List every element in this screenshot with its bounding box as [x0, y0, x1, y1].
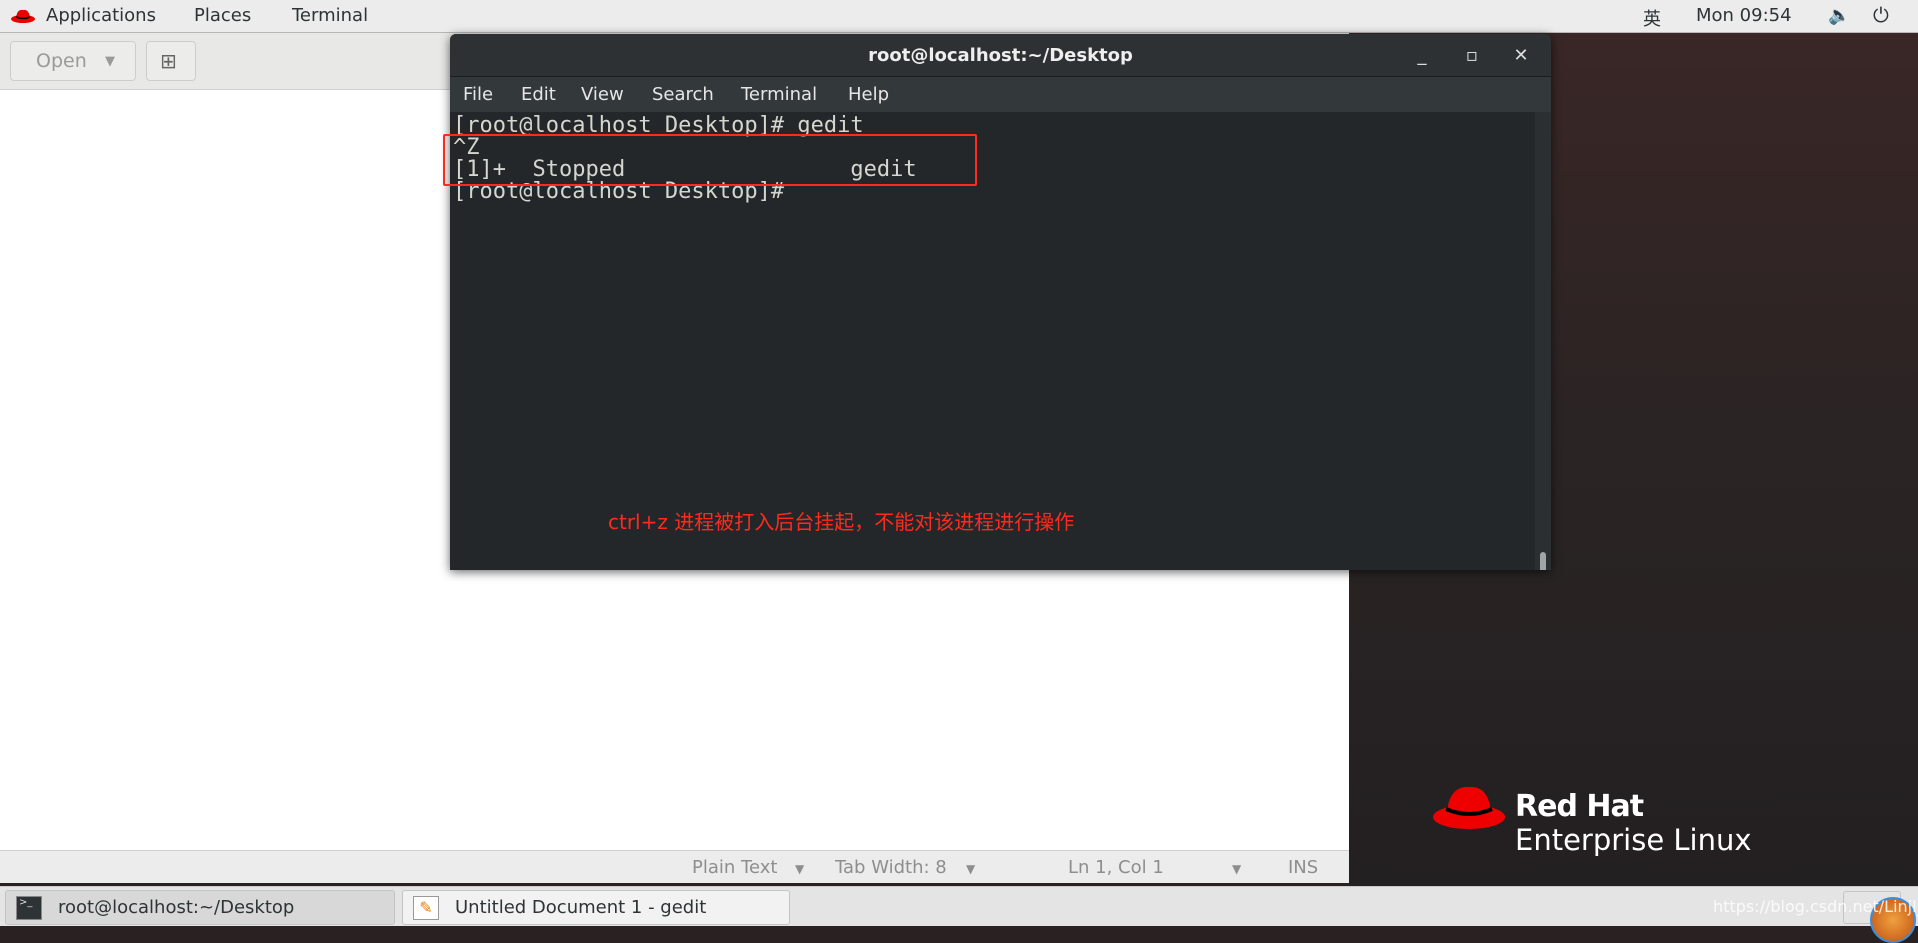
annotation-text: ctrl+z 进程被打入后台挂起，不能对该进程进行操作 [608, 510, 1075, 534]
cursor-position[interactable]: Ln 1, Col 1 [1068, 857, 1164, 878]
menu-file[interactable]: File [463, 84, 493, 105]
power-icon[interactable]: ⏻ [1873, 3, 1889, 27]
insert-mode: INS [1288, 857, 1319, 878]
chevron-down-icon: ▼ [105, 54, 115, 69]
terminal-window: root@localhost:~/Desktop _ ▫ ✕ File Edit… [450, 34, 1551, 570]
menu-view[interactable]: View [581, 84, 624, 105]
open-label: Open [36, 50, 87, 72]
terminal-title: root@localhost:~/Desktop [450, 34, 1551, 77]
text-editor-icon: ✎ [413, 896, 439, 920]
volume-icon[interactable]: 🔈 [1828, 5, 1850, 26]
maximize-icon[interactable]: ▫ [1457, 34, 1487, 77]
top-panel: Applications Places Terminal 英 Mon 09:54… [0, 0, 1918, 33]
logo-text-redhat: Red Hat [1515, 789, 1644, 824]
highlight-box [443, 134, 977, 186]
close-icon[interactable]: ✕ [1506, 34, 1536, 77]
chevron-down-icon: ▼ [966, 862, 976, 876]
redhat-icon [11, 9, 35, 23]
gedit-status-bar: Plain Text ▼ Tab Width: 8 ▼ Ln 1, Col 1 … [0, 850, 1349, 883]
chevron-down-icon: ▼ [795, 862, 805, 876]
scrollbar-thumb[interactable] [1540, 552, 1546, 570]
open-button[interactable]: Open ▼ [10, 41, 136, 81]
input-method-indicator[interactable]: 英 [1643, 5, 1661, 31]
menu-terminal[interactable]: Terminal [741, 84, 817, 105]
taskbar-item-terminal[interactable]: >_ root@localhost:~/Desktop [5, 890, 395, 925]
new-tab-button[interactable]: ⊞ [146, 41, 196, 81]
taskbar-item-label: root@localhost:~/Desktop [58, 897, 295, 918]
redhat-logo: Red Hat Enterprise Linux [1431, 783, 1752, 857]
terminal-scrollbar[interactable] [1535, 112, 1551, 570]
terminal-app-menu[interactable]: Terminal [292, 5, 368, 26]
menu-search[interactable]: Search [652, 84, 714, 105]
minimize-icon[interactable]: _ [1407, 34, 1437, 77]
tab-width-selector[interactable]: Tab Width: 8 [835, 857, 947, 878]
chevron-down-icon[interactable]: ▼ [1232, 862, 1241, 876]
applications-menu[interactable]: Applications [46, 5, 156, 26]
window-list: >_ root@localhost:~/Desktop ✎ Untitled D… [0, 886, 1918, 943]
watermark: https://blog.csdn.net/Linjl_G [1713, 897, 1918, 916]
menu-edit[interactable]: Edit [521, 84, 556, 105]
terminal-icon: >_ [16, 896, 42, 920]
clock[interactable]: Mon 09:54 [1696, 5, 1792, 26]
menu-help[interactable]: Help [848, 84, 889, 105]
taskbar-item-gedit[interactable]: ✎ Untitled Document 1 - gedit [402, 890, 790, 925]
terminal-menubar: File Edit View Search Terminal Help [450, 77, 1551, 112]
new-document-icon: ⊞ [160, 49, 177, 73]
places-menu[interactable]: Places [194, 5, 251, 26]
taskbar-item-label: Untitled Document 1 - gedit [455, 897, 707, 918]
logo-text-enterprise-linux: Enterprise Linux [1515, 823, 1752, 857]
language-selector[interactable]: Plain Text [692, 857, 777, 878]
